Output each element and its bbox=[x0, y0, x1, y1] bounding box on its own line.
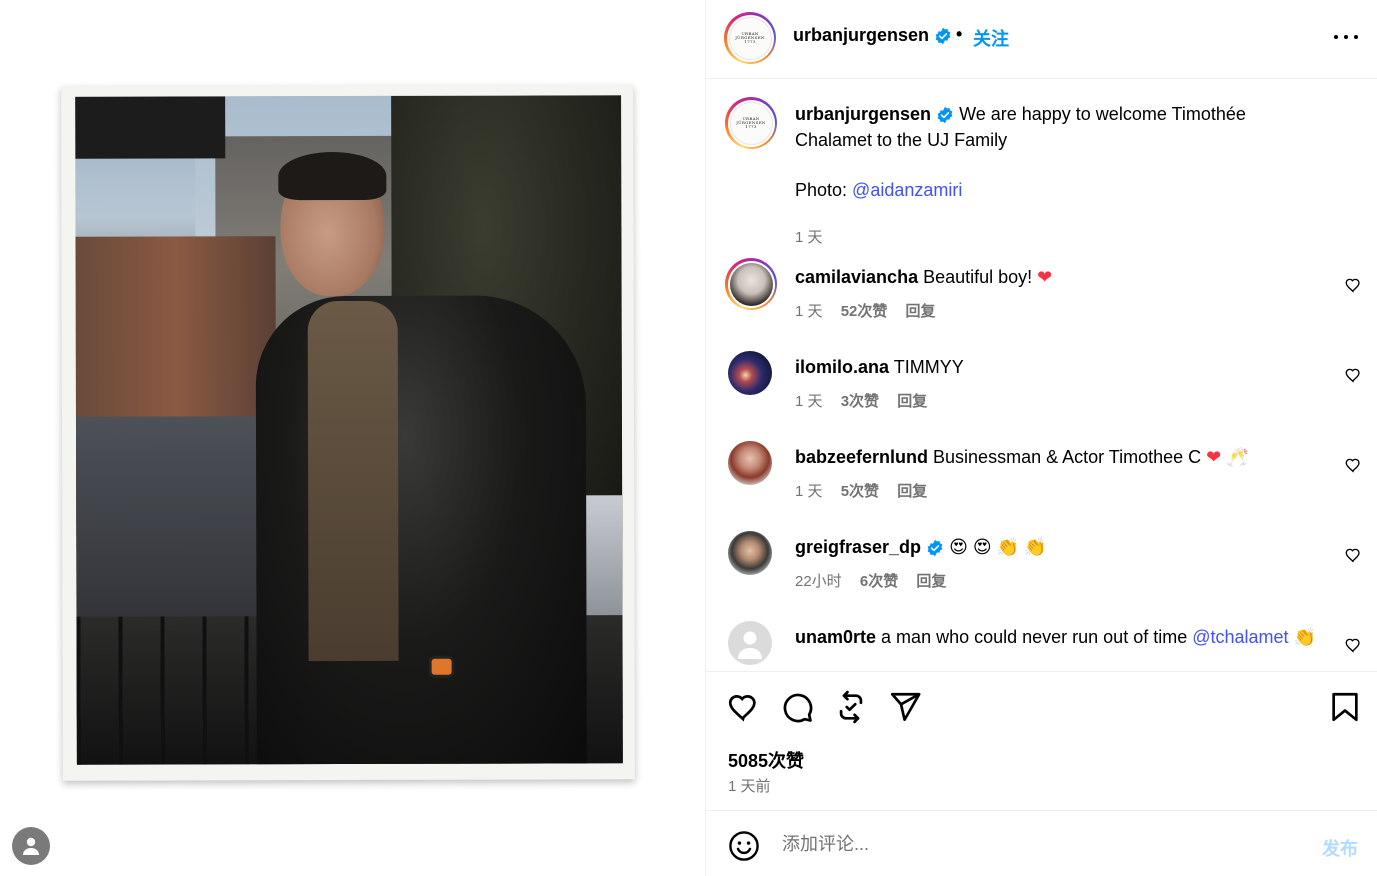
comment-body: Beautiful boy! bbox=[923, 267, 1038, 287]
photo-credit-label: Photo: bbox=[795, 180, 853, 200]
verified-badge-icon bbox=[935, 28, 951, 45]
comment-composer: 发布 bbox=[706, 812, 1377, 876]
follow-button[interactable]: 关注 bbox=[973, 25, 1009, 51]
person-icon bbox=[23, 837, 39, 855]
commenter-avatar[interactable] bbox=[725, 618, 775, 668]
comment-text: babzeefernlund Businessman & Actor Timot… bbox=[795, 444, 1335, 470]
post-media-area bbox=[0, 0, 705, 876]
author-avatar[interactable]: URBAN JÜRGENSEN 1773 bbox=[725, 97, 777, 149]
heart-outline-icon[interactable] bbox=[1344, 456, 1362, 474]
commenter-avatar[interactable] bbox=[725, 348, 775, 398]
author-username[interactable]: urbanjurgensen bbox=[793, 25, 952, 46]
repost-icon[interactable] bbox=[834, 690, 868, 724]
comment-likes[interactable]: 3次赞 bbox=[841, 393, 879, 410]
author-avatar[interactable]: URBAN JÜRGENSEN 1773 bbox=[724, 12, 776, 64]
commenter-avatar[interactable] bbox=[725, 258, 777, 310]
separator-dot: • bbox=[956, 24, 963, 44]
polaroid-frame bbox=[61, 85, 635, 781]
comment-likes[interactable]: 52次赞 bbox=[841, 303, 888, 320]
profile-avatar-button[interactable] bbox=[12, 827, 50, 865]
like-count[interactable]: 5085次赞 bbox=[728, 747, 804, 773]
verified-badge-icon bbox=[937, 107, 953, 124]
commenter-username[interactable]: unam0rte bbox=[795, 627, 876, 647]
heart-outline-icon[interactable] bbox=[1344, 636, 1362, 654]
comments-list: URBAN JÜRGENSEN 1773 urbanjurgensen We a… bbox=[706, 80, 1377, 670]
uj-logo: URBAN JÜRGENSEN 1773 bbox=[728, 16, 772, 60]
emoji-icon[interactable] bbox=[728, 830, 760, 862]
share-icon[interactable] bbox=[888, 690, 922, 724]
comment-likes[interactable]: 5次赞 bbox=[841, 483, 879, 500]
post-side-panel: URBAN JÜRGENSEN 1773 urbanjurgensen • 关注 bbox=[705, 0, 1377, 876]
commenter-username[interactable]: camilaviancha bbox=[795, 267, 918, 287]
uj-logo: URBAN JÜRGENSEN 1773 bbox=[729, 101, 773, 145]
comment-body: TIMMYY bbox=[893, 357, 964, 377]
comment-likes[interactable]: 6次赞 bbox=[860, 573, 898, 590]
like-icon[interactable] bbox=[726, 690, 760, 724]
comment-text: camilaviancha Beautiful boy! ❤ bbox=[795, 264, 1335, 290]
comment-meta: 1 天 3次赞 回复 bbox=[795, 390, 927, 411]
comment-row: unam0rte a man who could never run out o… bbox=[706, 618, 1377, 670]
comment-meta: 22小时 6次赞 回复 bbox=[795, 570, 946, 591]
caption-timestamp: 1 天 bbox=[795, 229, 823, 246]
photo-credit-link[interactable]: @aidanzamiri bbox=[852, 180, 962, 200]
comment-time: 1 天 bbox=[795, 303, 823, 320]
post-header: URBAN JÜRGENSEN 1773 urbanjurgensen • 关注 bbox=[706, 0, 1377, 79]
comment-text: unam0rte a man who could never run out o… bbox=[795, 624, 1330, 650]
comment-icon[interactable] bbox=[780, 690, 814, 724]
mention-link[interactable]: @tchalamet bbox=[1192, 627, 1288, 647]
post-timestamp: 1 天前 bbox=[728, 778, 771, 795]
author-name-text[interactable]: urbanjurgensen bbox=[793, 25, 929, 45]
commenter-avatar[interactable] bbox=[725, 438, 775, 488]
comment-time: 1 天 bbox=[795, 483, 823, 500]
comment-body: a man who could never run out of time bbox=[881, 627, 1193, 647]
comment-input[interactable] bbox=[782, 834, 1302, 855]
comment-time: 1 天 bbox=[795, 393, 823, 410]
post-photo[interactable] bbox=[75, 95, 623, 765]
caption-text: urbanjurgensen We are happy to welcome T… bbox=[795, 101, 1275, 203]
comment-emoji: ❤ bbox=[1037, 267, 1053, 287]
reply-button[interactable]: 回复 bbox=[897, 393, 927, 410]
comment-text: greigfraser_dp 😍 😍 👏 👏 bbox=[795, 534, 1335, 560]
caption-username[interactable]: urbanjurgensen bbox=[795, 104, 931, 124]
comment-body: Businessman & Actor Timothee C bbox=[933, 447, 1207, 467]
comment-row: ilomilo.ana TIMMYY 1 天 3次赞 回复 bbox=[706, 348, 1377, 428]
commenter-avatar[interactable] bbox=[725, 528, 775, 578]
comment-row: camilaviancha Beautiful boy! ❤ 1 天 52次赞 … bbox=[706, 258, 1377, 338]
person-icon bbox=[738, 631, 762, 659]
comment-emoji: 👏 bbox=[1293, 627, 1316, 647]
heart-outline-icon[interactable] bbox=[1344, 366, 1362, 384]
commenter-username[interactable]: babzeefernlund bbox=[795, 447, 928, 467]
comment-row: greigfraser_dp 😍 😍 👏 👏 22小时 6次赞 回复 bbox=[706, 528, 1377, 608]
comment-row: babzeefernlund Businessman & Actor Timot… bbox=[706, 438, 1377, 518]
post-actions: 5085次赞 1 天前 bbox=[706, 671, 1377, 811]
more-options-icon[interactable] bbox=[1334, 27, 1358, 47]
heart-outline-icon[interactable] bbox=[1344, 546, 1362, 564]
reply-button[interactable]: 回复 bbox=[897, 483, 927, 500]
comment-emoji: 😍 😍 👏 👏 bbox=[949, 537, 1047, 557]
commenter-username[interactable]: greigfraser_dp bbox=[795, 537, 921, 557]
commenter-username[interactable]: ilomilo.ana bbox=[795, 357, 889, 377]
save-icon[interactable] bbox=[1328, 690, 1362, 724]
comment-text: ilomilo.ana TIMMYY bbox=[795, 354, 1335, 380]
reply-button[interactable]: 回复 bbox=[916, 573, 946, 590]
reply-button[interactable]: 回复 bbox=[906, 303, 936, 320]
verified-badge-icon bbox=[927, 540, 943, 557]
comment-meta: 1 天 5次赞 回复 bbox=[795, 480, 927, 501]
comment-time: 22小时 bbox=[795, 573, 842, 590]
heart-outline-icon[interactable] bbox=[1344, 276, 1362, 294]
post-comment-button[interactable]: 发布 bbox=[1322, 835, 1358, 861]
caption-row: URBAN JÜRGENSEN 1773 urbanjurgensen We a… bbox=[706, 95, 1377, 255]
comment-meta: 1 天 52次赞 回复 bbox=[795, 300, 936, 321]
comment-emoji: ❤ 🥂 bbox=[1206, 447, 1249, 467]
